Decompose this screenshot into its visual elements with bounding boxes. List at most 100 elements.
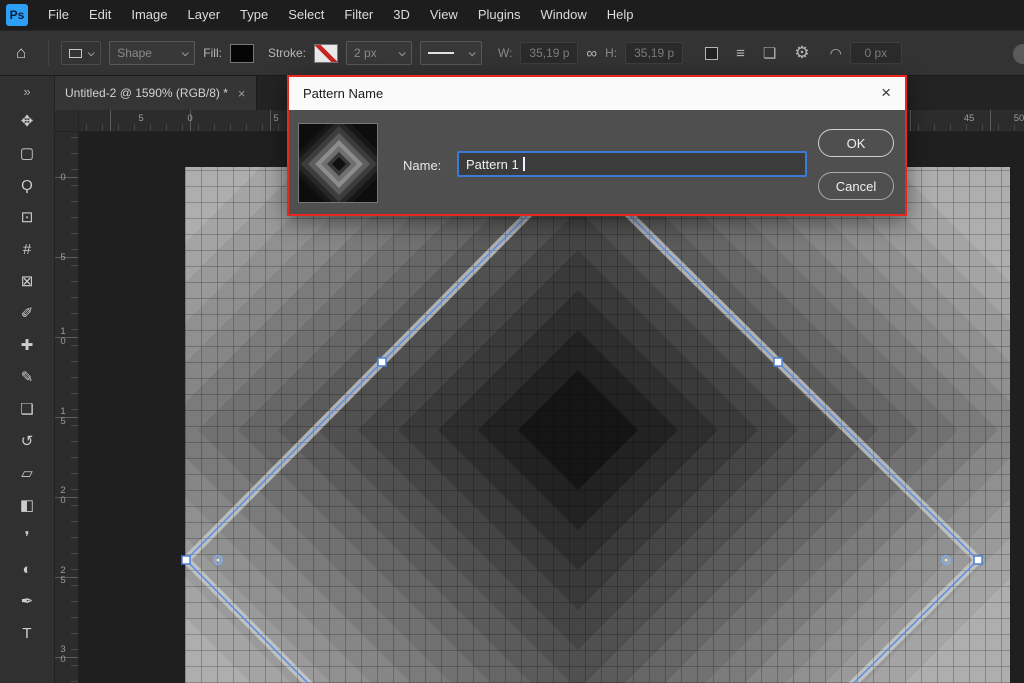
options-bar: ⌂ Shape Fill: Stroke: 2 px W: 35,19 p ∞ … <box>0 30 1024 76</box>
stroke-width-select[interactable]: 2 px <box>345 41 412 65</box>
photoshop-logo-icon: Ps <box>6 4 28 26</box>
marquee-tool[interactable]: ▢ <box>20 137 34 169</box>
menu-filter[interactable]: Filter <box>334 7 383 22</box>
link-dimensions-icon[interactable]: ∞ <box>586 45 597 62</box>
home-icon[interactable]: ⌂ <box>16 43 26 63</box>
stroke-line-icon <box>427 52 454 54</box>
lasso-tool[interactable]: Ϙ <box>20 169 34 201</box>
shape-path[interactable] <box>184 162 980 683</box>
gradient-tool[interactable]: ◧ <box>20 489 34 521</box>
dialog-body: Name: OK Cancel <box>289 110 905 214</box>
vertical-ruler[interactable]: 0 5 1 0 1 5 2 0 2 5 3 0 <box>55 132 79 683</box>
h-ruler-label: 5 <box>138 113 144 124</box>
clone-stamp-tool[interactable]: ❏ <box>20 393 34 425</box>
pen-tool[interactable]: ✒ <box>20 585 34 617</box>
collapse-tools-button[interactable]: » <box>0 76 54 105</box>
h-ruler-label: 50 <box>1013 113 1024 124</box>
menu-view[interactable]: View <box>420 7 468 22</box>
tool-mode-select[interactable]: Shape <box>109 41 196 65</box>
shape-height-field[interactable]: 35,19 p <box>625 42 684 64</box>
h-ruler-label: 0 <box>187 113 193 124</box>
chevron-down-icon <box>87 48 96 56</box>
corner-radius-icon: ◠ <box>829 44 842 61</box>
stroke-label: Stroke: <box>267 46 306 60</box>
transform-handle[interactable] <box>181 555 191 565</box>
dialog-title: Pattern Name <box>303 86 384 101</box>
v-ruler-label: 2 0 <box>60 485 66 506</box>
tool-preset-picker[interactable] <box>61 41 102 65</box>
h-ruler-label: 5 <box>273 113 279 124</box>
blur-tool[interactable]: ❜ <box>20 521 34 553</box>
dialog-title-bar[interactable]: Pattern Name × <box>289 77 905 110</box>
v-ruler-label: 0 <box>60 172 66 184</box>
chevron-down-icon <box>181 48 190 56</box>
ruler-corner <box>55 110 79 132</box>
menu-help[interactable]: Help <box>597 7 644 22</box>
v-ruler-label: 5 <box>60 252 66 264</box>
gear-icon[interactable]: ⚙ <box>794 43 809 63</box>
separator <box>48 40 50 66</box>
shape-width-field[interactable]: 35,19 p <box>520 42 579 64</box>
path-arrangement-icon[interactable]: ❏ <box>763 44 776 62</box>
brush-tool[interactable]: ✎ <box>20 361 34 393</box>
stroke-width-value: 2 px <box>353 46 377 60</box>
healing-brush-tool[interactable]: ✚ <box>20 329 34 361</box>
v-ruler-label: 3 0 <box>60 644 66 665</box>
transform-handle[interactable] <box>773 357 783 367</box>
chevron-down-icon <box>398 48 406 56</box>
fill-swatch[interactable] <box>229 43 254 63</box>
tools-list: ✥ ▢ Ϙ ⊡ # ⊠ ✐ ✚ ✎ ❏ ↺ ▱ ◧ ❜ ◐ ✒ T <box>20 105 34 649</box>
dodge-tool[interactable]: ◐ <box>20 553 34 585</box>
rectangle-tool-icon <box>69 48 83 58</box>
corner-radius-field[interactable]: 0 px <box>849 42 902 64</box>
dialog-close-icon[interactable]: × <box>881 83 891 103</box>
menu-layer[interactable]: Layer <box>178 7 231 22</box>
tools-panel: » ✥ ▢ Ϙ ⊡ # ⊠ ✐ ✚ ✎ ❏ ↺ ▱ ◧ ❜ ◐ ✒ T <box>0 76 55 683</box>
height-label: H: <box>605 46 618 60</box>
history-brush-tool[interactable]: ↺ <box>20 425 34 457</box>
document-tab[interactable]: Untitled-2 @ 1590% (RGB/8) * × <box>55 76 257 110</box>
eraser-tool[interactable]: ▱ <box>20 457 34 489</box>
menu-image[interactable]: Image <box>121 7 177 22</box>
menu-type[interactable]: Type <box>230 7 278 22</box>
menu-items: File Edit Image Layer Type Select Filter 3D View… <box>38 0 643 30</box>
menu-3d[interactable]: 3D <box>383 7 420 22</box>
cancel-button[interactable]: Cancel <box>818 172 894 200</box>
transform-handle[interactable] <box>377 357 387 367</box>
stroke-style-select[interactable] <box>419 41 482 65</box>
pattern-name-input-wrap <box>457 151 807 177</box>
path-alignment-icon[interactable]: ≡ <box>736 45 745 62</box>
tab-close-icon[interactable]: × <box>238 86 246 101</box>
transform-handle[interactable] <box>973 555 983 565</box>
pattern-name-input[interactable] <box>457 151 807 177</box>
crop-tool[interactable]: # <box>20 233 34 265</box>
photoshop-window: Ps File Edit Image Layer Type Select Filter 3D V… <box>0 0 1024 683</box>
anchor-point-dot <box>216 558 220 562</box>
v-ruler-label: 1 0 <box>60 326 66 347</box>
tool-mode-value: Shape <box>117 46 152 60</box>
pattern-preview <box>298 123 378 203</box>
object-selection-tool[interactable]: ⊡ <box>20 201 34 233</box>
width-label: W: <box>497 46 513 60</box>
clipped-toolbar-icon[interactable] <box>1013 44 1024 64</box>
menu-window[interactable]: Window <box>530 7 596 22</box>
v-ruler-label: 1 5 <box>60 406 66 427</box>
anchor-point-dot <box>944 558 948 562</box>
move-tool[interactable]: ✥ <box>20 105 34 137</box>
menu-edit[interactable]: Edit <box>79 7 121 22</box>
menu-file[interactable]: File <box>38 7 79 22</box>
h-ruler-label: 45 <box>963 113 975 124</box>
frame-tool[interactable]: ⊠ <box>20 265 34 297</box>
path-operations-icon[interactable] <box>705 46 719 60</box>
menu-select[interactable]: Select <box>278 7 334 22</box>
type-tool[interactable]: T <box>20 617 34 649</box>
fill-label: Fill: <box>203 46 222 60</box>
eyedropper-tool[interactable]: ✐ <box>20 297 34 329</box>
menu-plugins[interactable]: Plugins <box>468 7 531 22</box>
pattern-name-dialog: Pattern Name × Name: Pattern 1 OK Cancel <box>287 75 907 216</box>
ok-button[interactable]: OK <box>818 129 894 157</box>
v-ruler-label: 2 5 <box>60 565 66 586</box>
name-label: Name: <box>403 158 442 173</box>
document-tab-title: Untitled-2 @ 1590% (RGB/8) * <box>65 86 228 100</box>
stroke-swatch[interactable] <box>313 43 338 63</box>
